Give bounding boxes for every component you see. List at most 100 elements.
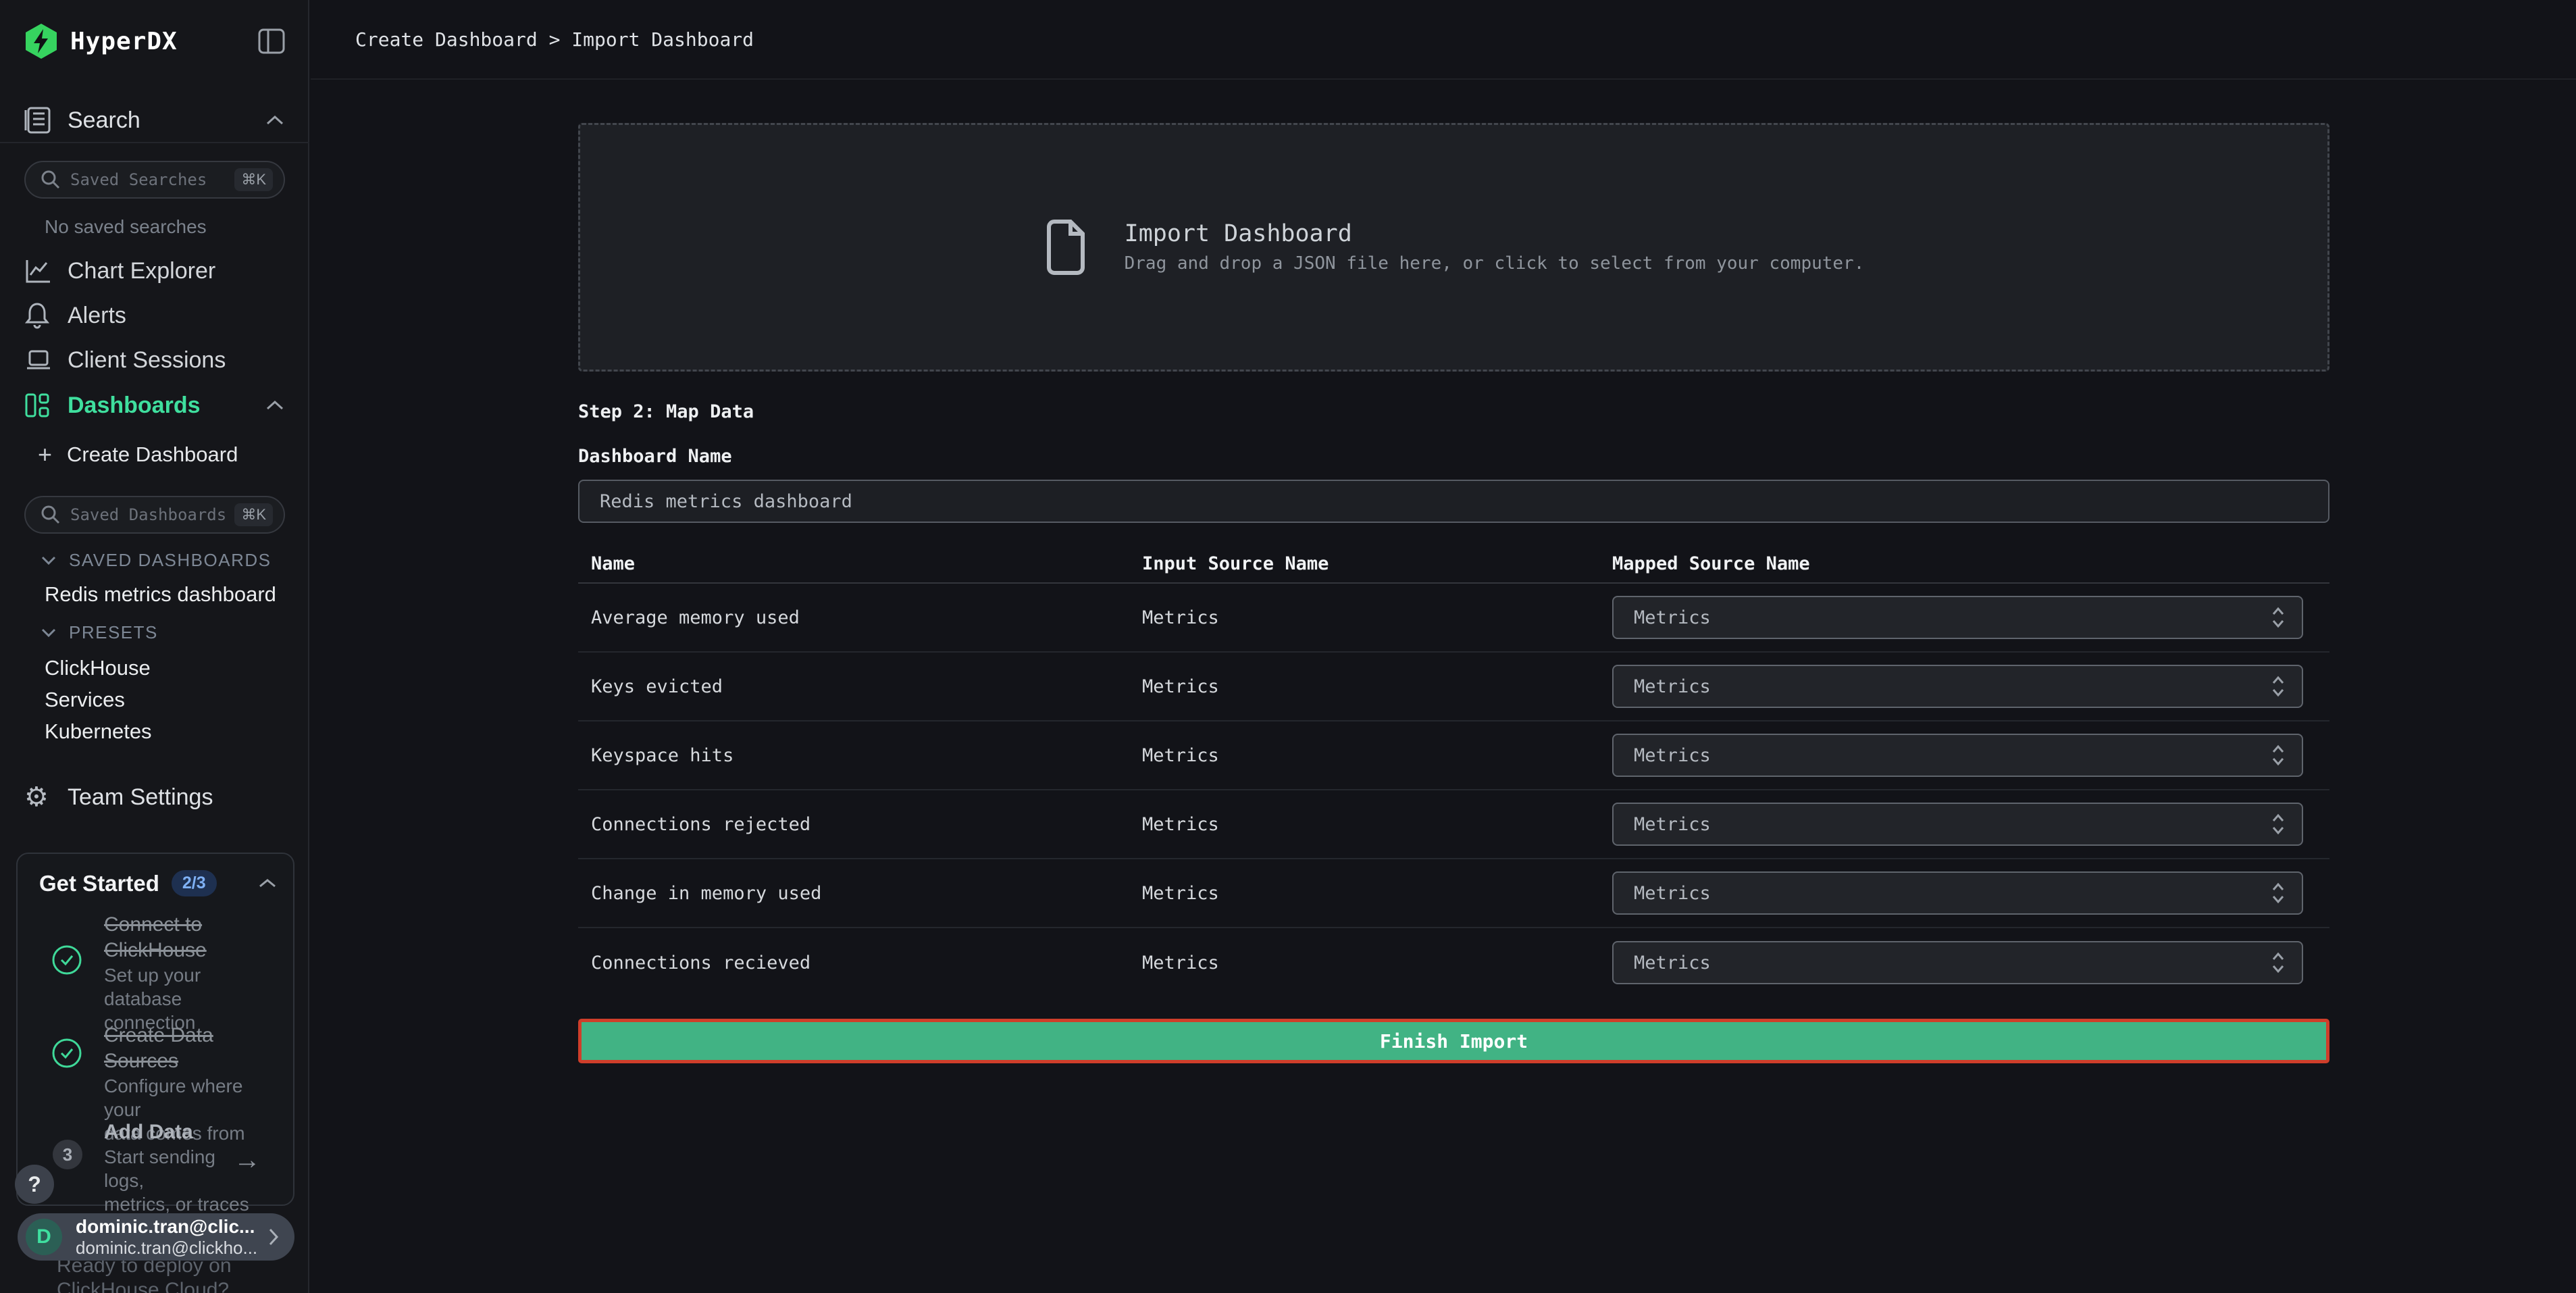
table-row: Average memory used Metrics Metrics [578,584,2329,653]
hyperdx-logo-icon [24,23,58,59]
table-row: Connections rejected Metrics Metrics [578,790,2329,859]
table-row: Keyspace hits Metrics Metrics [578,721,2329,790]
mapped-source-select[interactable]: Metrics [1612,803,2303,846]
row-input-source: Metrics [1142,814,1612,835]
sidebar-item-team-settings[interactable]: ⚙ Team Settings [0,775,309,819]
select-chevrons-icon [2271,744,2286,767]
select-chevrons-icon [2271,951,2286,974]
row-name: Connections recieved [578,953,1142,973]
sidebar-item-label: Alerts [68,303,126,329]
row-name: Change in memory used [578,883,1142,904]
avatar: D [26,1219,62,1255]
user-email: dominic.tran@clickho... [76,1238,257,1258]
mapped-source-select[interactable]: Metrics [1612,941,2303,984]
select-chevrons-icon [2271,882,2286,905]
step-desc-line: metrics, or traces [104,1192,253,1216]
select-chevrons-icon [2271,813,2286,836]
mapped-source-select[interactable]: Metrics [1612,596,2303,639]
finish-import-button[interactable]: Finish Import [578,1019,2329,1063]
sidebar-item-alerts[interactable]: Alerts [0,293,309,338]
user-name: dominic.tran@clic... [76,1216,257,1238]
column-header-mapped-source: Mapped Source Name [1612,553,2329,574]
row-input-source: Metrics [1142,676,1612,697]
select-chevrons-icon [2271,675,2286,698]
help-button[interactable]: ? [15,1165,54,1204]
sidebar-item-chart-explorer[interactable]: Chart Explorer [0,249,309,293]
mapping-table: Name Input Source Name Mapped Source Nam… [578,544,2329,997]
sidebar-divider [0,142,309,143]
plus-icon: + [38,440,52,469]
sidebar-item-label: Client Sessions [68,347,226,374]
saved-searches-input[interactable]: Saved Searches ⌘K [24,161,285,199]
sidebar-item-search[interactable]: Search [0,98,309,143]
select-chevrons-icon [2271,606,2286,629]
create-dashboard-label: Create Dashboard [67,442,238,467]
sidebar-item-label: Search [68,107,140,134]
column-header-name: Name [578,553,1142,574]
row-input-source: Metrics [1142,745,1612,766]
top-bar: Create Dashboard > Import Dashboard [311,0,2576,80]
table-header-row: Name Input Source Name Mapped Source Nam… [578,544,2329,584]
step-desc-line: Configure where your [104,1074,253,1121]
table-row: Connections recieved Metrics Metrics [578,928,2329,997]
dropzone-subtitle: Drag and drop a JSON file here, or click… [1125,250,1865,277]
dashboard-name-value: Redis metrics dashboard [600,491,852,512]
create-dashboard-button[interactable]: + Create Dashboard [38,440,238,469]
saved-searches-placeholder: Saved Searches [70,170,207,189]
presets-group[interactable]: PRESETS [41,622,158,643]
sidebar-item-label: Chart Explorer [68,258,215,284]
gear-icon: ⚙ [24,783,53,811]
chevron-up-icon[interactable] [265,399,285,411]
finish-import-label: Finish Import [1380,1030,1528,1053]
sidebar-item-label: Dashboards [68,392,201,419]
sidebar-item-client-sessions[interactable]: Client Sessions [0,338,309,382]
chevron-up-icon[interactable] [265,114,285,126]
user-menu[interactable]: D dominic.tran@clic... dominic.tran@clic… [18,1213,294,1261]
chevron-right-icon [267,1227,280,1247]
preset-item-services[interactable]: Services [45,688,125,712]
shortcut-badge: ⌘K [234,168,273,191]
chevron-down-icon [41,628,57,638]
chart-icon [24,257,53,285]
import-dropzone[interactable]: Import Dashboard Drag and drop a JSON fi… [578,123,2329,372]
preset-item-kubernetes[interactable]: Kubernetes [45,719,152,744]
breadcrumb: Create Dashboard > Import Dashboard [355,28,754,51]
chevron-up-icon[interactable] [258,878,277,889]
step-desc-line: Start sending logs, [104,1145,253,1192]
dashboard-name-label: Dashboard Name [578,446,732,467]
check-circle-icon [51,944,82,975]
laptop-icon [24,346,53,374]
search-icon [41,170,61,190]
dashboard-name-input[interactable]: Redis metrics dashboard [578,480,2329,523]
journal-icon [24,106,53,134]
get-started-panel: Get Started 2/3 Connect to ClickHouse Se… [16,853,294,1206]
sidebar-item-dashboards[interactable]: Dashboards [0,383,309,428]
select-value: Metrics [1634,883,1711,904]
sidebar-collapse-icon[interactable] [258,28,285,54]
group-label-text: SAVED DASHBOARDS [69,550,271,571]
preset-item-clickhouse[interactable]: ClickHouse [45,656,151,680]
saved-dashboards-group[interactable]: SAVED DASHBOARDS [41,550,271,571]
row-name: Average memory used [578,607,1142,628]
sidebar: HyperDX Search [0,0,309,1293]
select-value: Metrics [1634,814,1711,835]
mapped-source-select[interactable]: Metrics [1612,871,2303,915]
search-icon [41,505,61,525]
logo-row: HyperDX [0,19,309,64]
saved-dashboard-item[interactable]: Redis metrics dashboard [45,582,276,607]
select-value: Metrics [1634,607,1711,628]
shortcut-badge: ⌘K [234,503,273,526]
saved-dashboards-input[interactable]: Saved Dashboards ⌘K [24,496,285,534]
select-value: Metrics [1634,953,1711,973]
file-icon [1044,219,1087,276]
step-title-line: Create Data Sources [104,1023,253,1074]
table-row: Keys evicted Metrics Metrics [578,653,2329,721]
promo-text: ClickHouse Cloud? [57,1279,229,1293]
mapped-source-select[interactable]: Metrics [1612,665,2303,708]
select-value: Metrics [1634,745,1711,766]
step-title-line: Connect to [104,912,253,938]
dropzone-title: Import Dashboard [1125,218,1865,250]
main-content: Create Dashboard > Import Dashboard Impo… [311,0,2576,1293]
step-heading: Step 2: Map Data [578,401,754,422]
mapped-source-select[interactable]: Metrics [1612,734,2303,777]
